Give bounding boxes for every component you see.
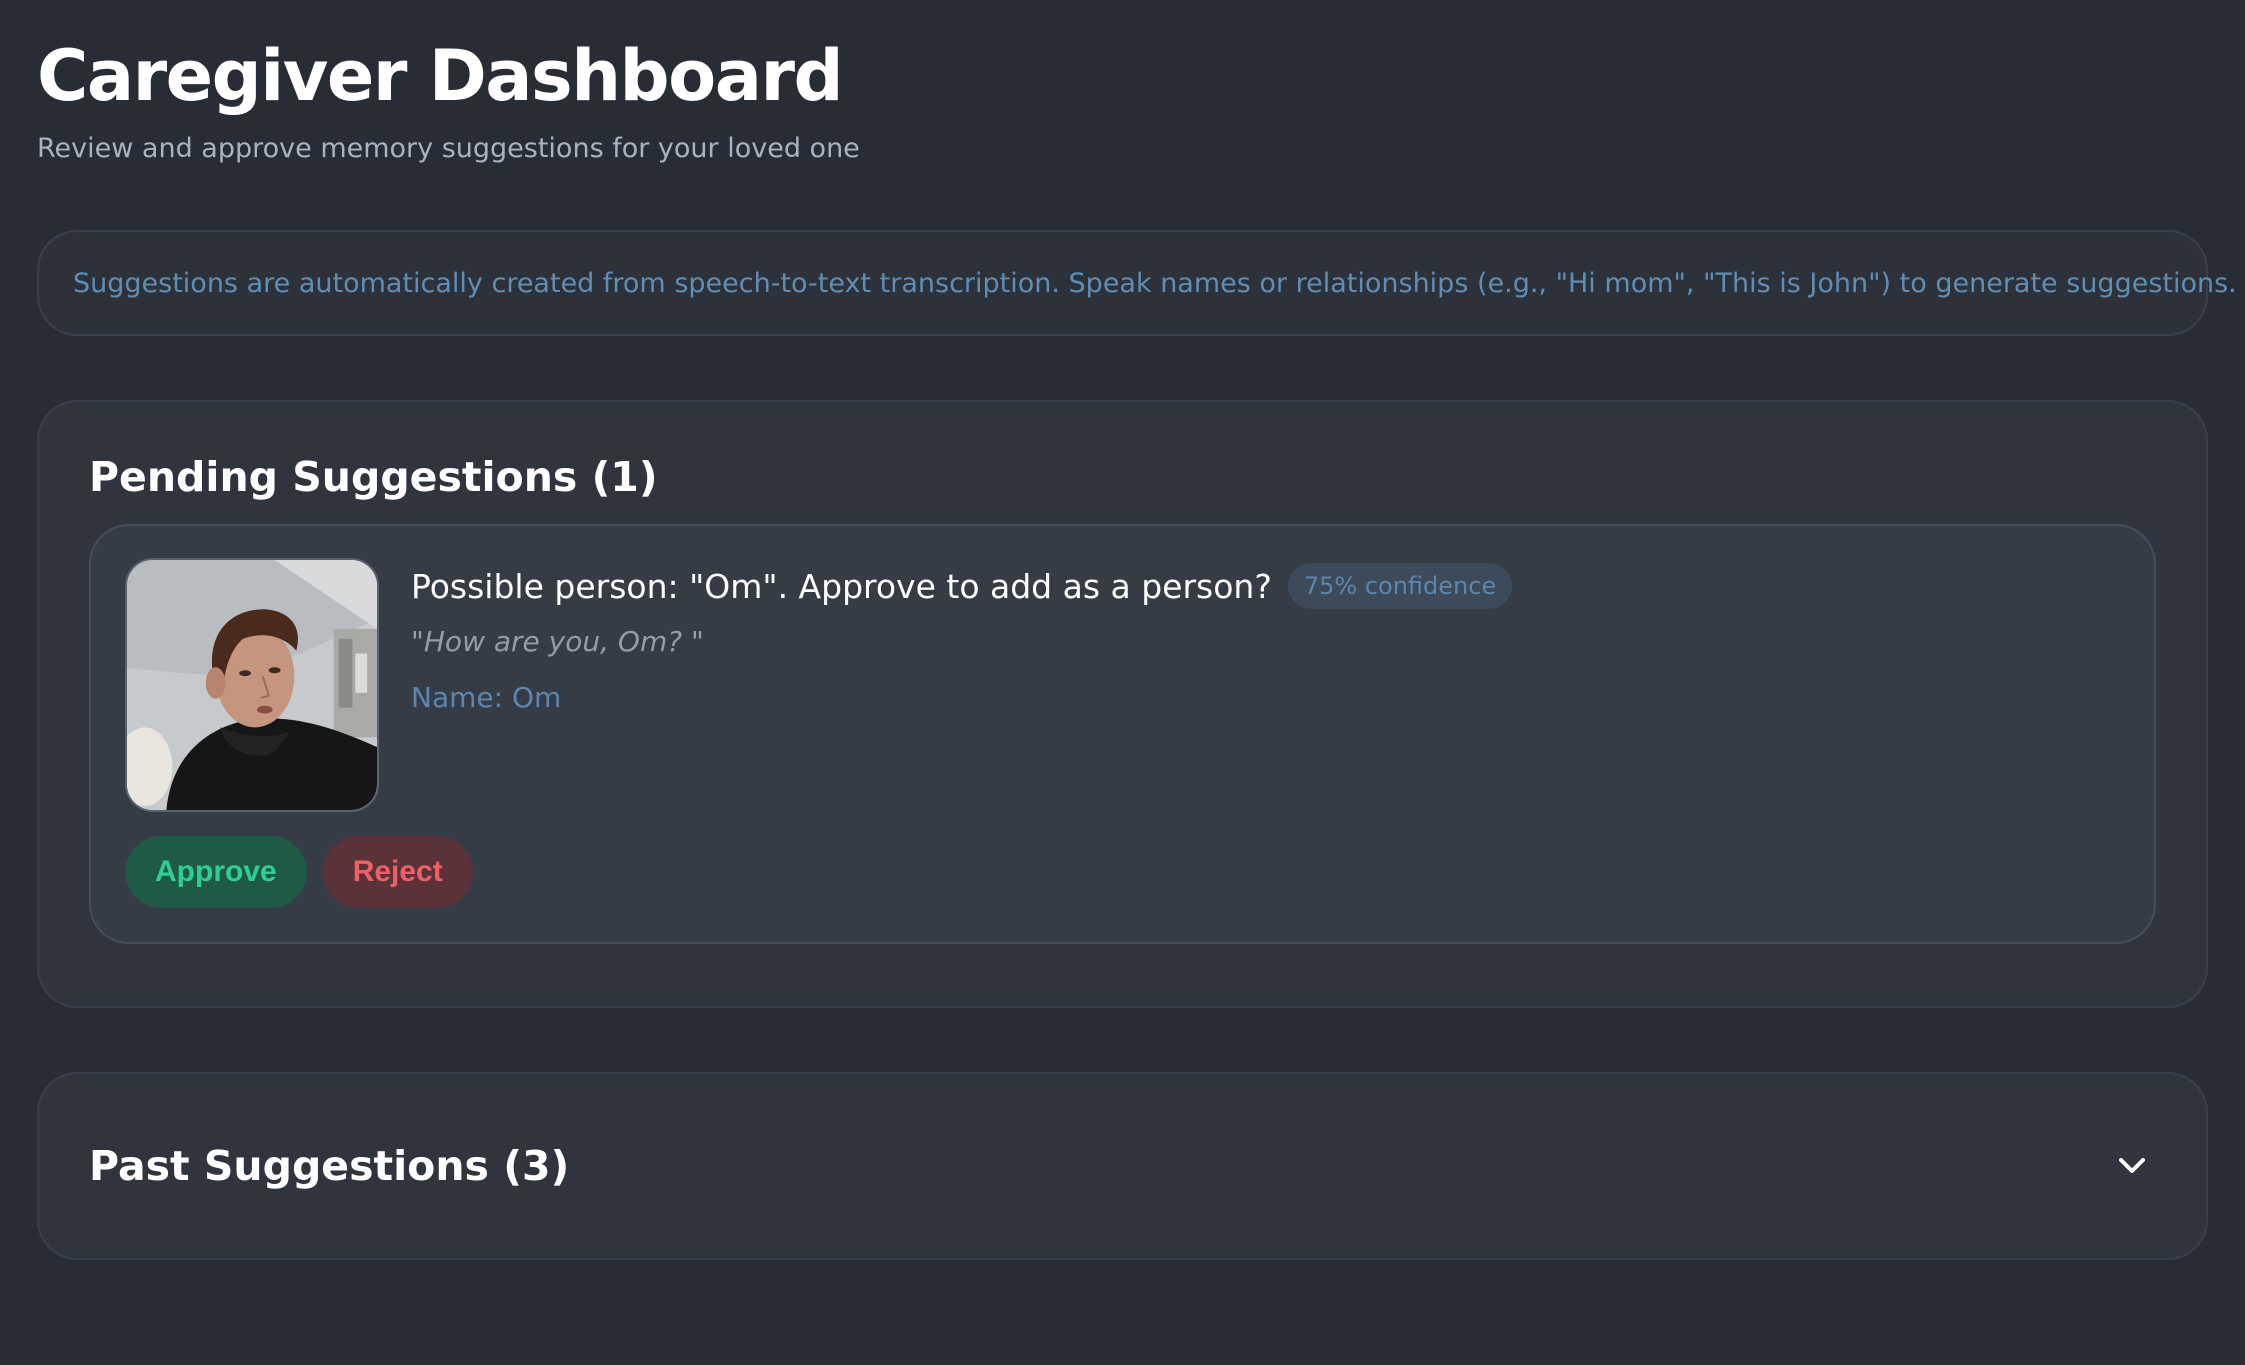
caregiver-dashboard-page: Caregiver Dashboard Review and approve m… (0, 0, 2245, 1365)
chevron-down-icon[interactable] (2114, 1148, 2150, 1184)
past-suggestions-section[interactable]: Past Suggestions (3) (37, 1072, 2208, 1260)
suggestion-question: Possible person: "Om". Approve to add as… (411, 566, 1272, 606)
person-photo (125, 558, 379, 812)
suggestion-quote: "How are you, Om? " (411, 625, 704, 658)
page-title: Caregiver Dashboard (37, 35, 844, 117)
reject-button[interactable]: Reject (322, 836, 473, 908)
confidence-badge: 75% confidence (1287, 563, 1513, 609)
pending-suggestions-section: Pending Suggestions (1) Possible person:… (37, 400, 2208, 1008)
suggestion-card: Possible person: "Om". Approve to add as… (89, 524, 2156, 944)
pending-suggestions-heading: Pending Suggestions (1) (89, 453, 658, 501)
info-banner: Suggestions are automatically created fr… (37, 230, 2237, 336)
approve-button[interactable]: Approve (125, 836, 307, 908)
page-subtitle: Review and approve memory suggestions fo… (37, 133, 860, 164)
suggestion-actions: Approve Reject (125, 836, 2120, 908)
info-banner-text: Suggestions are automatically created fr… (73, 267, 2237, 299)
past-suggestions-heading: Past Suggestions (3) (89, 1142, 570, 1190)
suggestion-name: Name: Om (411, 681, 562, 714)
